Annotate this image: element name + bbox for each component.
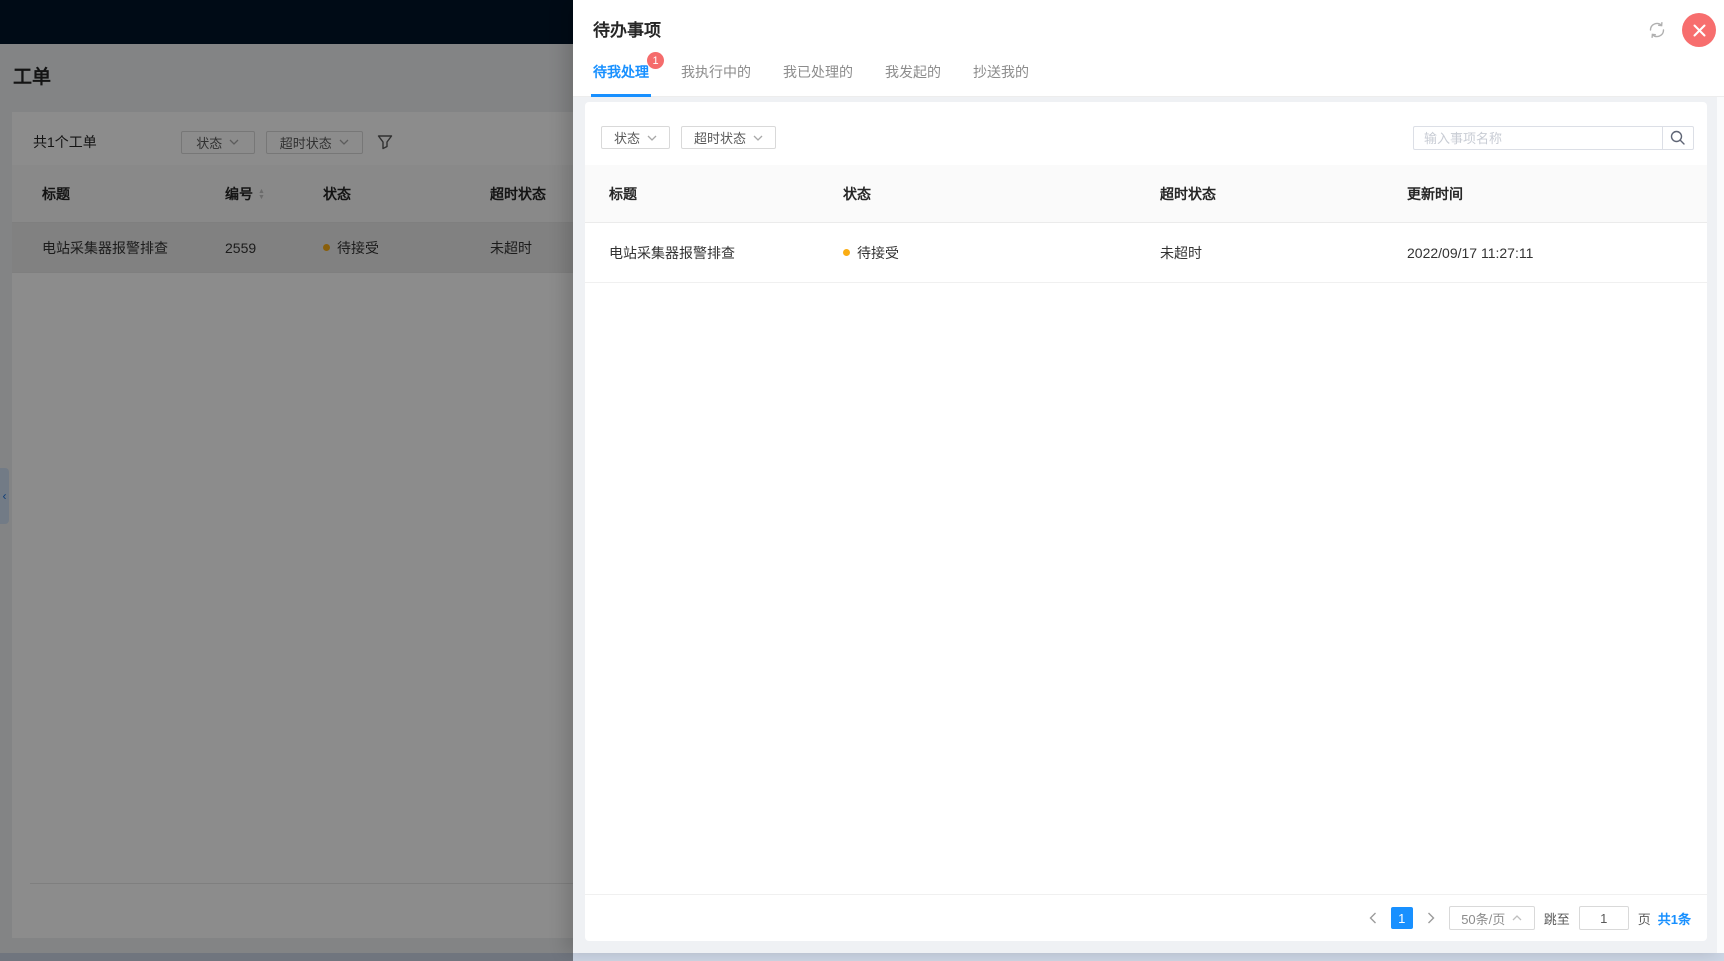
drawer-body: 状态 超时状态 输入事项名称 标题 状态 超时状态 更新时间 电站采集器报警排查… (573, 97, 1724, 953)
status-filter-label: 状态 (614, 131, 641, 146)
timeout-filter-button[interactable]: 超时状态 (681, 126, 777, 149)
drawer-tabs: 待我处理 1 我执行中的 我已处理的 我发起的 抄送我的 (573, 48, 1724, 97)
todo-filters: 状态 超时状态 (601, 126, 777, 149)
status-dot-icon (843, 249, 850, 256)
page-unit-label: 页 (1637, 911, 1651, 927)
status-filter-button[interactable]: 状态 (601, 126, 671, 149)
refresh-icon (1649, 22, 1665, 38)
drawer-scrollbar-gutter (1717, 97, 1724, 953)
todo-card: 状态 超时状态 输入事项名称 标题 状态 超时状态 更新时间 电站采集器报警排查… (585, 102, 1707, 941)
close-drawer-button[interactable] (1682, 13, 1716, 47)
header-timeout: 超时状态 (1160, 185, 1216, 202)
search-group (1413, 126, 1694, 150)
tab-cc-me[interactable]: 抄送我的 (973, 48, 1029, 96)
total-count: 共1条 (1657, 911, 1691, 927)
search-button[interactable] (1663, 126, 1694, 150)
todo-table-header: 标题 状态 超时状态 更新时间 (585, 165, 1707, 223)
tab-initiated[interactable]: 我发起的 (885, 48, 941, 96)
search-input[interactable] (1413, 126, 1663, 150)
tab-executing[interactable]: 我执行中的 (681, 48, 751, 96)
chevron-down-icon (647, 135, 657, 141)
cell-timeout: 未超时 (1160, 244, 1202, 261)
refresh-button[interactable] (1647, 20, 1667, 40)
todo-table-row[interactable]: 电站采集器报警排查 待接受 未超时 2022/09/17 11:27:11 (585, 223, 1707, 283)
jump-page-input[interactable] (1578, 906, 1629, 930)
chevron-up-icon (1512, 915, 1522, 921)
cell-updated: 2022/09/17 11:27:11 (1407, 244, 1534, 261)
chevron-left-icon (1369, 912, 1376, 924)
prev-page-button[interactable] (1364, 907, 1382, 929)
timeout-filter-label: 超时状态 (694, 131, 747, 146)
drawer-mask[interactable] (0, 0, 573, 961)
header-title: 标题 (609, 185, 637, 202)
status-label: 待接受 (857, 244, 899, 261)
chevron-right-icon (1427, 912, 1435, 924)
pagination: 1 50条/页 跳至 页 共1条 (585, 894, 1707, 941)
header-status: 状态 (843, 185, 871, 202)
chevron-down-icon (753, 135, 763, 141)
drawer-header: 待办事项 (573, 0, 1724, 48)
next-page-button[interactable] (1422, 907, 1440, 929)
tab-label: 我已处理的 (783, 64, 853, 80)
tab-badge: 1 (647, 52, 664, 69)
cell-title: 电站采集器报警排查 (609, 244, 735, 261)
drawer-title: 待办事项 (593, 21, 661, 40)
todo-drawer: 待办事项 待我处理 1 我执行中的 我已处理的 我发起的 抄送我的 状态 超时状… (573, 0, 1724, 953)
cell-status: 待接受 (843, 243, 1160, 263)
jump-label: 跳至 (1543, 911, 1570, 927)
header-updated: 更新时间 (1407, 185, 1463, 202)
tab-pending-mine[interactable]: 待我处理 1 (591, 48, 664, 97)
page-number-button[interactable]: 1 (1390, 907, 1413, 929)
search-icon (1670, 130, 1685, 145)
page-size-select[interactable]: 50条/页 (1448, 906, 1535, 930)
tab-processed[interactable]: 我已处理的 (783, 48, 853, 96)
tab-label: 我发起的 (885, 64, 941, 80)
tab-label: 待我处理 (593, 64, 649, 80)
tab-label: 我执行中的 (681, 64, 751, 80)
page-size-label: 50条/页 (1461, 911, 1506, 927)
close-icon (1693, 24, 1705, 36)
tab-label: 抄送我的 (973, 64, 1029, 80)
